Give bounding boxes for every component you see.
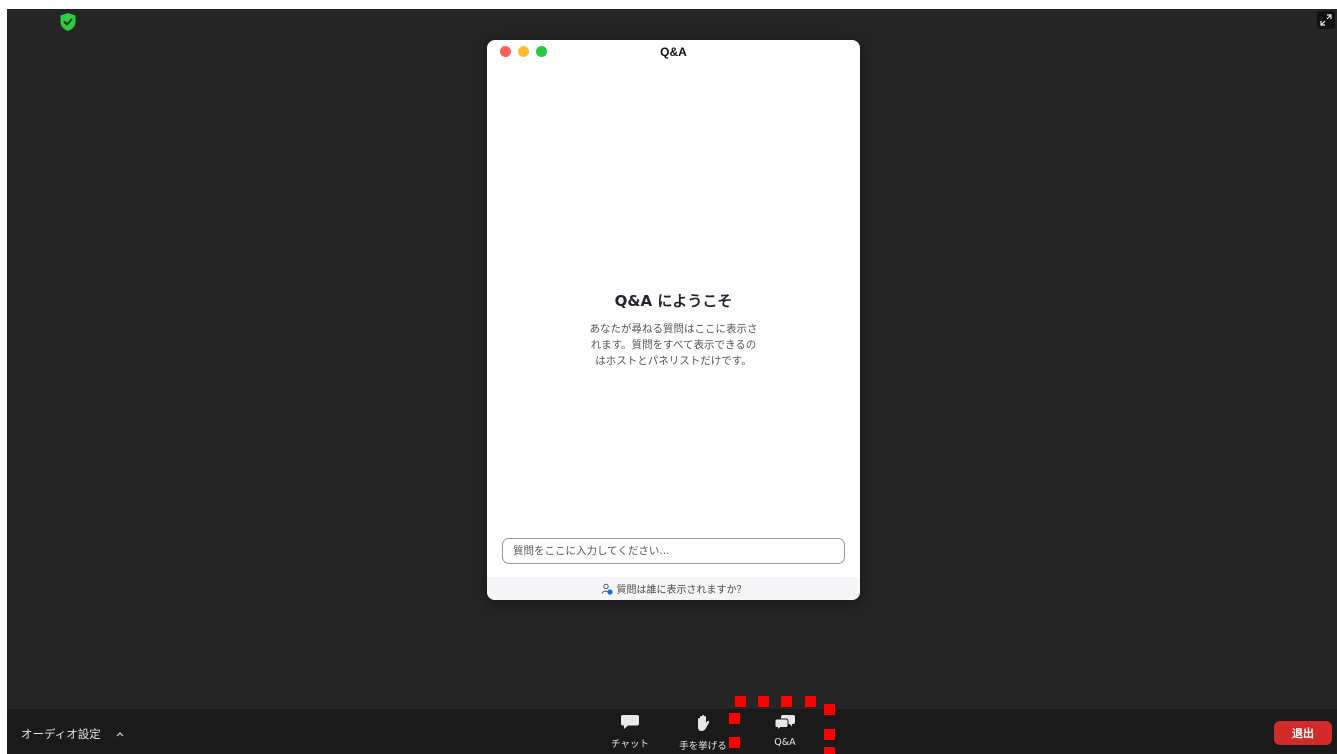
audio-settings-label: オーディオ設定 [21,727,101,741]
expand-icon [1320,14,1332,26]
raise-hand-icon [698,715,710,731]
question-input[interactable] [502,538,845,564]
qa-label: Q&A [774,737,796,748]
highlight-mark [729,713,740,724]
highlight-mark [729,737,740,748]
highlight-mark [781,696,792,707]
qa-button[interactable]: Q&A [755,714,815,754]
meeting-toolbar: オーディオ設定 チャット 手を挙げる Q&A 退出 [7,709,1337,754]
chat-button[interactable]: チャット [600,714,660,754]
qa-icon [774,715,795,731]
highlight-mark [805,696,816,707]
raise-hand-label: 手を挙げる [679,741,727,752]
highlight-mark [824,729,835,740]
visibility-info-link[interactable]: 質問は誰に表示されますか？ [487,577,860,600]
qa-window: Q&A Q&A にようこそ あなたが尋ねる質問はここに表示さ れます。質問をすべ… [487,40,860,600]
security-shield-icon[interactable] [59,12,77,32]
chat-icon [621,715,639,729]
welcome-line: あなたが尋ねる質問はここに表示さ [589,323,758,335]
chevron-up-icon [116,732,124,737]
highlight-mark [758,696,769,707]
welcome-line: れます。質問をすべて表示できるの [590,339,757,351]
leave-button[interactable]: 退出 [1274,721,1332,745]
welcome-line: はホストとパネリストだけです。 [595,355,752,367]
welcome-title: Q&A にようこそ [614,292,733,310]
highlight-mark [824,704,835,715]
chat-label: チャット [611,739,649,750]
welcome-message: あなたが尋ねる質問はここに表示さ れます。質問をすべて表示できるの はホストとパ… [577,321,770,369]
highlight-mark [735,696,746,707]
raise-hand-button[interactable]: 手を挙げる [673,714,733,754]
visibility-info-text: 質問は誰に表示されますか？ [616,585,747,596]
window-title: Q&A [660,45,687,59]
highlight-mark [824,747,835,754]
participants-info-icon [601,583,613,595]
fullscreen-button[interactable] [1317,11,1335,29]
meeting-stage: Q&A Q&A にようこそ あなたが尋ねる質問はここに表示さ れます。質問をすべ… [7,9,1337,754]
audio-settings-button[interactable]: オーディオ設定 [21,726,125,742]
